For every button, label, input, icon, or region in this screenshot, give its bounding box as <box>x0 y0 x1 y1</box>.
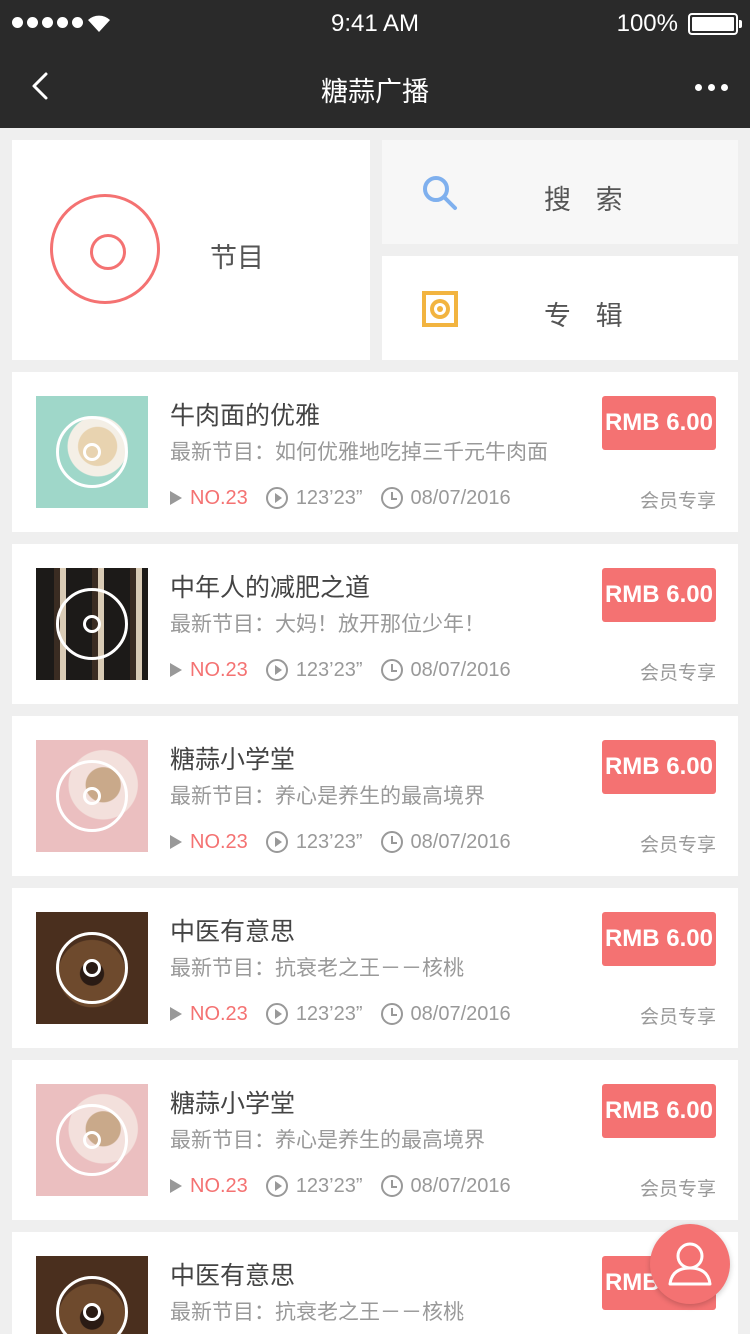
status-bar: 9:41 AM 100% <box>0 0 750 48</box>
program-title: 中医有意思 <box>170 1261 296 1290</box>
album-tile[interactable]: 专 辑 <box>382 256 738 360</box>
duration: 123’23” <box>295 830 363 853</box>
date: 08/07/2016 <box>410 486 511 509</box>
program-title: 中医有意思 <box>170 917 296 946</box>
program-thumbnail <box>36 396 148 508</box>
episode-number: NO.23 <box>190 1174 248 1197</box>
member-tag: 会员专享 <box>639 490 716 512</box>
battery-icon <box>688 13 742 35</box>
play-triangle-icon <box>170 1179 182 1193</box>
profile-fab[interactable] <box>650 1224 730 1304</box>
clock-icon <box>380 1003 403 1025</box>
duration: 123’23” <box>295 1174 363 1197</box>
top-bar: 9:41 AM 100% 糖蒜广播 <box>0 0 750 128</box>
search-tile[interactable]: 搜 索 <box>382 140 738 244</box>
play-disc-icon <box>56 760 128 832</box>
episode-number: NO.23 <box>190 658 248 681</box>
date: 08/07/2016 <box>410 830 511 853</box>
price-button[interactable]: RMB 6.00 <box>602 740 716 794</box>
program-thumbnail <box>36 912 148 1024</box>
program-subtitle: 最新节目：如何优雅地吃掉三千元牛肉面 <box>170 440 548 464</box>
clock-icon <box>380 659 403 681</box>
program-card[interactable]: 中年人的减肥之道 最新节目：大妈！放开那位少年！ NO.23 123’23” 0… <box>12 544 738 704</box>
duration-icon <box>265 659 288 681</box>
program-meta: NO.23 123’23” 08/07/2016 <box>170 829 511 855</box>
duration-icon <box>265 831 288 853</box>
program-subtitle: 最新节目：抗衰老之王－－核桃 <box>170 956 464 980</box>
programs-tile[interactable]: 节目 <box>12 140 370 360</box>
program-meta: NO.23 123’23” 08/07/2016 <box>170 657 511 683</box>
member-tag: 会员专享 <box>639 662 716 684</box>
play-disc-icon <box>56 932 128 1004</box>
play-disc-icon <box>56 416 128 488</box>
duration: 123’23” <box>295 1002 363 1025</box>
program-thumbnail <box>36 1256 148 1334</box>
duration-icon <box>265 487 288 509</box>
clock-icon <box>380 1175 403 1197</box>
price-button[interactable]: RMB 6.00 <box>602 568 716 622</box>
play-triangle-icon <box>170 835 182 849</box>
date: 08/07/2016 <box>410 1002 511 1025</box>
program-card[interactable]: 中医有意思 最新节目：抗衰老之王－－核桃 NO.23 123’23” 08/07… <box>12 1232 738 1334</box>
program-thumbnail <box>36 568 148 680</box>
program-card[interactable]: 糖蒜小学堂 最新节目：养心是养生的最高境界 NO.23 123’23” 08/0… <box>12 716 738 876</box>
program-subtitle: 最新节目：大妈！放开那位少年！ <box>170 612 485 636</box>
play-disc-icon <box>56 1104 128 1176</box>
program-card[interactable]: 牛肉面的优雅 最新节目：如何优雅地吃掉三千元牛肉面 NO.23 123’23” … <box>12 372 738 532</box>
program-subtitle: 最新节目：抗衰老之王－－核桃 <box>170 1300 464 1324</box>
date: 08/07/2016 <box>410 658 511 681</box>
member-tag: 会员专享 <box>639 1006 716 1028</box>
clock-icon <box>380 487 403 509</box>
program-meta: NO.23 123’23” 08/07/2016 <box>170 1173 511 1199</box>
battery-percent: 100% <box>616 10 678 37</box>
price-button[interactable]: RMB 6.00 <box>602 912 716 966</box>
duration-icon <box>265 1003 288 1025</box>
user-icon <box>668 1242 712 1286</box>
episode-number: NO.23 <box>190 486 248 509</box>
program-subtitle: 最新节目：养心是养生的最高境界 <box>170 1128 485 1152</box>
programs-label: 节目 <box>210 243 264 274</box>
program-meta: NO.23 123’23” 08/07/2016 <box>170 1001 511 1027</box>
program-thumbnail <box>36 740 148 852</box>
play-triangle-icon <box>170 491 182 505</box>
album-label: 专 辑 <box>544 301 631 332</box>
search-icon <box>423 176 457 210</box>
play-triangle-icon <box>170 1007 182 1021</box>
program-title: 中年人的减肥之道 <box>170 573 371 602</box>
price-button[interactable]: RMB 6.00 <box>602 1084 716 1138</box>
price-button[interactable]: RMB 6.00 <box>602 396 716 450</box>
play-disc-icon <box>56 1276 128 1334</box>
duration-icon <box>265 1175 288 1197</box>
album-icon <box>422 291 458 327</box>
duration: 123’23” <box>295 658 363 681</box>
more-icon[interactable] <box>695 84 728 91</box>
program-title: 牛肉面的优雅 <box>170 401 321 430</box>
program-title: 糖蒜小学堂 <box>170 1089 296 1118</box>
program-card[interactable]: 中医有意思 最新节目：抗衰老之王－－核桃 NO.23 123’23” 08/07… <box>12 888 738 1048</box>
member-tag: 会员专享 <box>639 834 716 856</box>
program-title: 糖蒜小学堂 <box>170 745 296 774</box>
play-triangle-icon <box>170 663 182 677</box>
program-subtitle: 最新节目：养心是养生的最高境界 <box>170 784 485 808</box>
search-label: 搜 索 <box>544 185 631 216</box>
play-disc-icon <box>56 588 128 660</box>
program-card[interactable]: 糖蒜小学堂 最新节目：养心是养生的最高境界 NO.23 123’23” 08/0… <box>12 1060 738 1220</box>
episode-number: NO.23 <box>190 830 248 853</box>
episode-number: NO.23 <box>190 1002 248 1025</box>
duration: 123’23” <box>295 486 363 509</box>
program-thumbnail <box>36 1084 148 1196</box>
disc-icon <box>50 194 160 304</box>
member-tag: 会员专享 <box>639 1178 716 1200</box>
program-meta: NO.23 123’23” 08/07/2016 <box>170 485 511 511</box>
page-title: 糖蒜广播 <box>321 77 429 108</box>
clock-icon <box>380 831 403 853</box>
date: 08/07/2016 <box>410 1174 511 1197</box>
